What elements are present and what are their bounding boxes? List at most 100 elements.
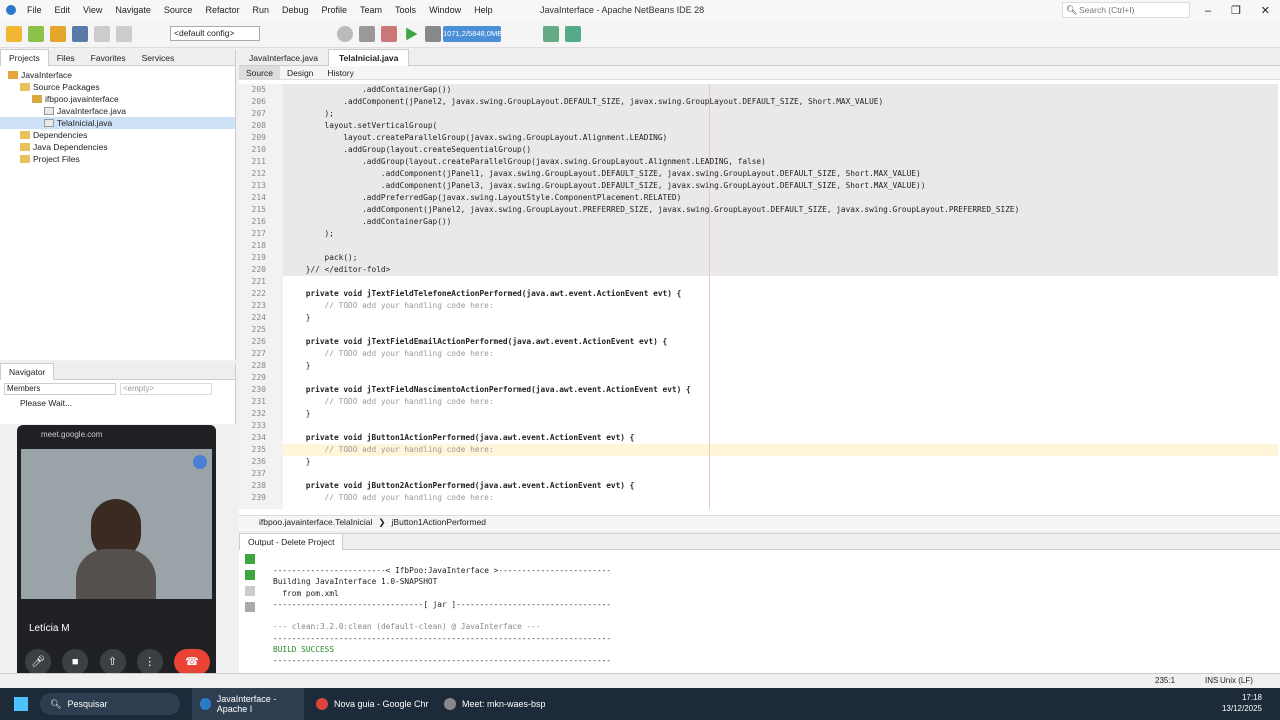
editor-tab-telainicial-java[interactable]: TelaInicial.java <box>327 49 410 66</box>
line-number: 209 <box>251 133 266 142</box>
mic-icon[interactable]: 🎤︎ <box>25 649 51 675</box>
redo-icon[interactable] <box>116 26 132 42</box>
taskbar-search-label: Pesquisar <box>67 699 108 709</box>
line-number: 235 <box>251 445 266 454</box>
menu-item-view[interactable]: View <box>83 5 102 15</box>
camera-icon[interactable]: ■ <box>62 649 89 675</box>
new-project-icon[interactable] <box>6 26 22 42</box>
code-line: .addComponent(jPanel1, javax.swing.Group… <box>283 168 1278 180</box>
line-number: 231 <box>251 397 266 406</box>
menu-item-profile[interactable]: Profile <box>322 5 348 15</box>
window-title: JavaInterface - Apache NetBeans IDE 28 <box>540 5 705 15</box>
tab-services[interactable]: Services <box>134 50 183 66</box>
tab-projects[interactable]: Projects <box>0 49 49 66</box>
navigator-title[interactable]: Navigator <box>0 363 55 380</box>
folder-icon <box>20 143 30 151</box>
navigator-header: Navigator <box>0 363 235 380</box>
config-select[interactable]: <default config> <box>170 26 260 41</box>
tab-favorites[interactable]: Favorites <box>83 50 134 66</box>
editor-tab-javainterface-java[interactable]: JavaInterface.java <box>239 50 328 66</box>
pause-icon[interactable] <box>565 26 581 42</box>
tree-item[interactable]: Project Files <box>0 153 235 165</box>
breadcrumb-method[interactable]: jButton1ActionPerformed <box>392 516 487 529</box>
search-input[interactable]: Search (Ctrl+I) <box>1062 2 1190 18</box>
tree-item[interactable]: JavaInterface.java <box>0 105 235 117</box>
menu-item-edit[interactable]: Edit <box>55 5 71 15</box>
menu-item-team[interactable]: Team <box>360 5 382 15</box>
clock-date: 13/12/2025 <box>1221 704 1262 713</box>
taskbar-meet[interactable]: Meet: mkn-waes-bsp <box>436 698 556 710</box>
settings-icon[interactable] <box>245 602 255 612</box>
output-line: ----------------------------------------… <box>273 633 611 643</box>
tree-item-label: JavaInterface <box>21 70 73 80</box>
tree-item[interactable]: ifbpoo.javainterface <box>0 93 235 105</box>
more-icon[interactable]: ⋮ <box>136 649 163 675</box>
menu-item-navigate[interactable]: Navigate <box>115 5 151 15</box>
menu-item-tools[interactable]: Tools <box>395 5 416 15</box>
code-area[interactable]: .addContainerGap()) .addComponent(jPanel… <box>283 84 1278 509</box>
output-tab[interactable]: Output - Delete Project <box>239 533 344 550</box>
run-icon[interactable] <box>406 27 418 41</box>
present-icon[interactable]: ⇧ <box>99 649 126 675</box>
code-line: private void jButton2ActionPerformed(jav… <box>287 481 635 490</box>
hammer-icon[interactable] <box>359 26 375 42</box>
meet-url: meet.google.com <box>41 430 103 439</box>
stop-icon[interactable] <box>245 586 255 596</box>
clean-build-icon[interactable] <box>381 26 397 42</box>
new-file-icon[interactable] <box>28 26 44 42</box>
mode-design[interactable]: Design <box>280 66 320 80</box>
code-line: .addGroup(layout.createSequentialGroup() <box>283 144 1278 156</box>
save-all-icon[interactable] <box>72 26 88 42</box>
code-editor: JavaInterface.java TelaInicial.java Sourc… <box>239 49 1280 530</box>
menu-item-source[interactable]: Source <box>164 5 193 15</box>
windows-start-icon[interactable] <box>14 697 28 711</box>
breadcrumb-class[interactable]: ifbpoo.javainterface.TelaInicial <box>259 516 372 529</box>
debug-icon[interactable] <box>425 26 441 42</box>
taskbar-chrome[interactable]: Nova guia - Google Chr <box>308 698 432 710</box>
menu-item-run[interactable]: Run <box>252 5 269 15</box>
rerun-goals-icon[interactable] <box>245 570 255 580</box>
clock[interactable]: 17:18 13/12/2025 <box>1222 692 1262 714</box>
line-number: 238 <box>251 481 266 490</box>
maximize-icon[interactable]: ❐ <box>1231 4 1241 17</box>
search-icon: 🔍︎ <box>50 698 62 709</box>
mode-history[interactable]: History <box>320 66 360 80</box>
menu-bar: File Edit View Navigate Source Refactor Run Deb… <box>27 5 506 15</box>
memory-indicator[interactable]: 1071,2/5848,0MB <box>443 26 502 42</box>
menu-item-refactor[interactable]: Refactor <box>205 5 239 15</box>
minimize-icon[interactable]: – <box>1205 5 1211 17</box>
open-project-icon[interactable] <box>50 26 66 42</box>
code-line: private void jButton1ActionPerformed(jav… <box>287 433 635 442</box>
code-line: ); <box>283 228 1278 240</box>
tree-item[interactable]: Source Packages <box>0 81 235 93</box>
members-select[interactable]: Members <box>4 383 116 395</box>
line-number: 205 <box>251 85 266 94</box>
menu-item-help[interactable]: Help <box>474 5 493 15</box>
build-target-icon[interactable] <box>337 26 353 42</box>
line-number: 234 <box>251 433 266 442</box>
gc-icon[interactable] <box>543 26 559 42</box>
output-line: Building JavaInterface 1.0-SNAPSHOT <box>273 577 438 587</box>
meet-pip-window: meet.google.com Letícia M 🎤︎ ■ ⇧ ⋮ ☎︎ <box>17 425 216 680</box>
end-call-icon[interactable]: ☎︎ <box>174 649 210 675</box>
tab-files[interactable]: Files <box>49 50 83 66</box>
mode-source[interactable]: Source <box>239 65 280 80</box>
taskbar-search[interactable]: 🔍︎ Pesquisar <box>40 693 180 715</box>
taskbar-netbeans[interactable]: JavaInterface - Apache I <box>192 688 304 720</box>
close-icon[interactable]: ✕ <box>1261 4 1270 17</box>
menu-item-debug[interactable]: Debug <box>282 5 309 15</box>
audio-level-icon <box>193 455 207 469</box>
menu-item-window[interactable]: Window <box>429 5 461 15</box>
code-line: // TODO add your handling code here: <box>287 397 494 406</box>
folder-icon <box>20 83 30 91</box>
tree-item[interactable]: TelaInicial.java <box>0 117 235 129</box>
tree-item[interactable]: Java Dependencies <box>0 141 235 153</box>
undo-icon[interactable] <box>94 26 110 42</box>
rerun-icon[interactable] <box>245 554 255 564</box>
tree-item[interactable]: Dependencies <box>0 129 235 141</box>
empty-select[interactable]: <empty> <box>120 383 212 395</box>
tree-item[interactable]: JavaInterface <box>0 69 235 81</box>
menu-item-file[interactable]: File <box>27 5 42 15</box>
